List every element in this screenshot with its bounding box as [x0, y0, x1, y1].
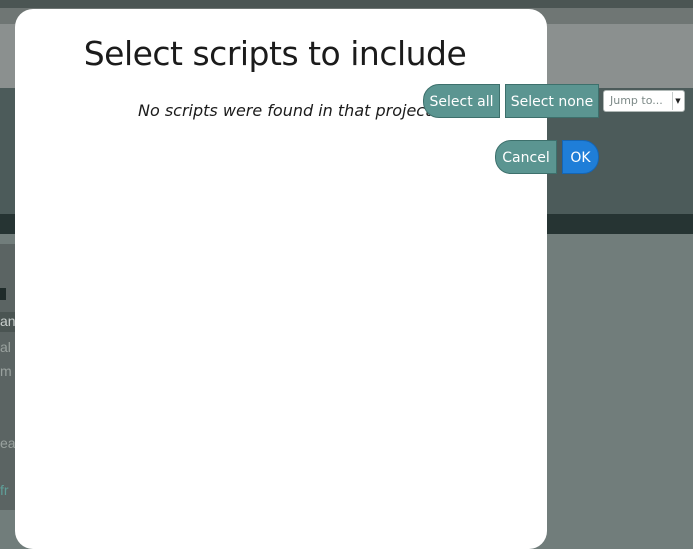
chevron-down-icon: ▼ — [672, 92, 683, 110]
select-none-button[interactable]: Select none — [505, 84, 599, 118]
bg-text-fragment: fr — [0, 482, 9, 498]
cancel-button[interactable]: Cancel — [495, 140, 557, 174]
bg-text-fragment: al — [0, 339, 11, 355]
bg-text-fragment: an — [0, 313, 16, 329]
bg-text-fragment: ea — [0, 435, 16, 451]
select-all-button[interactable]: Select all — [423, 84, 500, 118]
dialog-title: Select scripts to include — [83, 34, 467, 73]
app-topbar — [0, 0, 693, 8]
ok-button[interactable]: OK — [562, 140, 599, 174]
jump-to-placeholder: Jump to... — [610, 94, 663, 107]
jump-to-select[interactable]: Jump to... ▼ — [603, 90, 685, 112]
empty-message: No scripts were found in that project fi… — [138, 101, 468, 120]
bg-checkbox — [0, 288, 6, 300]
bg-text-fragment: m — [0, 363, 12, 379]
